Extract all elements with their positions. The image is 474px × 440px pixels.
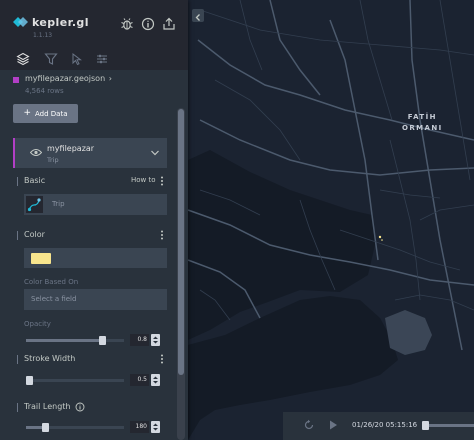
layers-tab-icon[interactable] bbox=[16, 52, 30, 66]
stepper-arrows-icon bbox=[153, 336, 158, 344]
collapse-panel-button[interactable] bbox=[192, 9, 204, 22]
layer-type-label: Trip bbox=[52, 200, 65, 208]
eye-icon[interactable] bbox=[30, 148, 42, 157]
color-section-title: Color bbox=[24, 230, 45, 239]
layer-panel-body: myfilepazar.geojson › 4,564 rows + Add D… bbox=[0, 70, 188, 440]
time-slider[interactable] bbox=[422, 421, 474, 430]
panel-header: kepler.gl 1.1.13 bbox=[0, 0, 188, 48]
plus-icon: + bbox=[23, 108, 32, 118]
reset-icon[interactable] bbox=[303, 419, 315, 431]
add-data-button[interactable]: + Add Data bbox=[13, 104, 78, 123]
filter-tab-icon[interactable] bbox=[44, 52, 58, 66]
layer-type-selector[interactable]: Trip bbox=[24, 194, 167, 215]
slider-handle[interactable] bbox=[26, 376, 33, 385]
trail-length-stepper[interactable] bbox=[151, 421, 160, 433]
kepler-logo-icon bbox=[13, 17, 28, 27]
how-to-link[interactable]: How to bbox=[131, 176, 156, 184]
panel-scrollbar[interactable] bbox=[177, 108, 185, 440]
color-field-select[interactable]: Select a field bbox=[24, 289, 167, 310]
layer-type: Trip bbox=[47, 156, 59, 164]
more-vertical-icon[interactable] bbox=[160, 354, 164, 364]
dataset-name-text: myfilepazar.geojson bbox=[25, 74, 106, 83]
add-data-label: Add Data bbox=[35, 109, 68, 118]
interaction-tab-icon[interactable] bbox=[70, 52, 84, 66]
stepper-arrows-icon bbox=[153, 423, 158, 431]
section-marker bbox=[17, 403, 18, 412]
opacity-slider[interactable] bbox=[26, 336, 124, 345]
trail-length-slider[interactable] bbox=[26, 423, 124, 432]
map-label-area: ORMANI bbox=[402, 124, 443, 132]
dataset-rows: 4,564 rows bbox=[25, 87, 64, 95]
bug-icon[interactable] bbox=[120, 17, 134, 31]
color-swatch[interactable] bbox=[31, 253, 51, 264]
map-label-district: FATİH bbox=[407, 113, 437, 121]
stroke-width-stepper[interactable] bbox=[151, 374, 160, 386]
slider-fill bbox=[26, 339, 103, 342]
slider-handle[interactable] bbox=[98, 336, 106, 345]
chevron-down-icon[interactable] bbox=[150, 149, 160, 157]
panel-tabs bbox=[0, 48, 188, 70]
opacity-input[interactable]: 0.8 bbox=[130, 334, 149, 346]
chevron-right-icon: › bbox=[108, 74, 112, 83]
section-marker bbox=[17, 355, 18, 364]
dataset-color-dot bbox=[13, 77, 19, 83]
layer-name[interactable]: myfilepazar bbox=[47, 144, 94, 153]
opacity-stepper[interactable] bbox=[151, 334, 160, 346]
more-vertical-icon[interactable] bbox=[160, 230, 164, 240]
color-based-on-label: Color Based On bbox=[24, 278, 79, 286]
info-icon[interactable] bbox=[75, 402, 85, 412]
stroke-width-input[interactable]: 0.5 bbox=[130, 374, 149, 386]
more-vertical-icon[interactable] bbox=[160, 176, 164, 186]
info-icon[interactable] bbox=[141, 17, 155, 31]
trip-layer-icon bbox=[26, 196, 43, 213]
play-icon[interactable] bbox=[327, 419, 339, 431]
section-marker bbox=[17, 231, 18, 240]
opacity-label: Opacity bbox=[24, 320, 51, 328]
time-slider-handle[interactable] bbox=[422, 421, 429, 430]
scrollbar-thumb[interactable] bbox=[178, 109, 184, 375]
color-picker[interactable] bbox=[24, 248, 167, 268]
stroke-width-slider[interactable] bbox=[26, 376, 124, 385]
basemap-tab-icon[interactable] bbox=[95, 52, 109, 66]
chevron-left-icon bbox=[195, 14, 200, 21]
trail-length-input[interactable]: 180 bbox=[130, 421, 149, 433]
stepper-arrows-icon bbox=[153, 376, 158, 384]
trail-length-title: Trail Length bbox=[24, 402, 71, 411]
side-panel: kepler.gl 1.1.13 myfilepazar.geojson › 4… bbox=[0, 0, 188, 440]
basic-section-title: Basic bbox=[24, 176, 46, 185]
dataset-name[interactable]: myfilepazar.geojson › bbox=[25, 74, 112, 83]
color-field-placeholder: Select a field bbox=[31, 295, 77, 303]
share-icon[interactable] bbox=[162, 17, 176, 31]
stroke-width-title: Stroke Width bbox=[24, 354, 76, 363]
layer-header[interactable]: myfilepazar Trip bbox=[13, 138, 167, 168]
slider-handle[interactable] bbox=[42, 423, 50, 432]
app-version: 1.1.13 bbox=[33, 32, 53, 39]
app-name: kepler.gl bbox=[32, 16, 89, 29]
current-time: 01/26/20 05:15:16 bbox=[352, 421, 418, 429]
section-marker bbox=[17, 177, 18, 186]
time-playback-bar: 01/26/20 05:15:16 bbox=[283, 412, 474, 440]
